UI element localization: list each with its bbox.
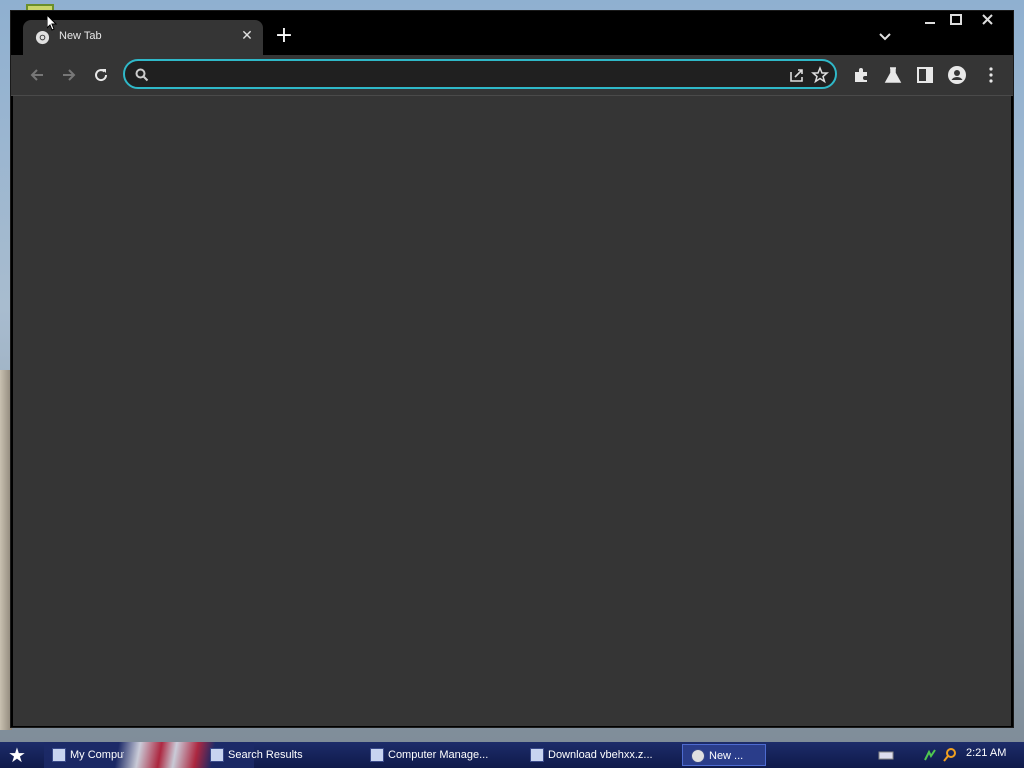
network-icon[interactable]	[922, 747, 938, 763]
keyboard-icon[interactable]	[878, 747, 894, 763]
share-icon[interactable]	[789, 67, 805, 83]
document-icon	[210, 748, 224, 763]
search-tray-icon[interactable]	[942, 747, 958, 763]
taskbar-item-label: My Comput...	[70, 749, 124, 761]
computer-icon	[52, 748, 66, 763]
tab-title: New Tab	[59, 30, 102, 42]
taskbar-item-label: Computer Manage...	[388, 749, 489, 761]
address-input[interactable]	[159, 65, 763, 87]
taskbar-item-search-results[interactable]: Search Results	[210, 744, 355, 766]
taskbar-item-label: Search Results	[228, 749, 303, 761]
kebab-menu-icon[interactable]	[981, 65, 1001, 85]
new-tab-button[interactable]: +	[273, 25, 295, 47]
taskbar-item-label: New ...	[709, 750, 744, 762]
taskbar-item-new-tab[interactable]: New ...	[682, 744, 766, 766]
search-icon	[135, 68, 149, 82]
reload-icon[interactable]	[91, 65, 111, 85]
tab-close-icon[interactable]: ✕	[239, 28, 255, 44]
mouse-cursor-icon	[47, 15, 57, 31]
taskbar-item-computer-management[interactable]: Computer Manage...	[370, 744, 520, 766]
extensions-puzzle-icon[interactable]	[851, 65, 871, 85]
forward-arrow-icon[interactable]	[59, 65, 79, 85]
tab-new-tab[interactable]: New Tab ✕	[23, 20, 263, 56]
taskbar-item-my-computer[interactable]: My Comput...	[52, 744, 124, 766]
tab-strip: New Tab ✕ +	[11, 11, 1013, 56]
taskbar: ★ My Comput... Search Results Computer M…	[0, 742, 1024, 768]
side-panel-icon[interactable]	[915, 65, 935, 85]
taskbar-item-label: Download vbehxx.z...	[548, 749, 653, 761]
labs-flask-icon[interactable]	[883, 65, 903, 85]
taskbar-item-download[interactable]: Download vbehxx.z...	[530, 744, 675, 766]
chevron-down-icon[interactable]	[875, 26, 895, 46]
browser-window: New Tab ✕ +	[10, 10, 1014, 728]
download-icon	[530, 748, 544, 763]
page-content[interactable]	[13, 96, 1011, 726]
start-button[interactable]: ★	[4, 744, 30, 766]
profile-avatar-icon[interactable]	[947, 65, 967, 85]
address-bar[interactable]	[123, 59, 837, 89]
maximize-button[interactable]	[943, 11, 969, 29]
back-arrow-icon[interactable]	[27, 65, 47, 85]
chrome-icon	[35, 30, 50, 45]
browser-toolbar	[11, 55, 1013, 96]
computer-management-icon	[370, 748, 384, 763]
minimize-button[interactable]	[917, 11, 943, 29]
clock: 2:21 AM	[966, 747, 1007, 759]
chrome-icon	[691, 749, 705, 764]
close-window-button[interactable]	[971, 11, 1003, 29]
bookmark-star-icon[interactable]	[811, 66, 829, 84]
